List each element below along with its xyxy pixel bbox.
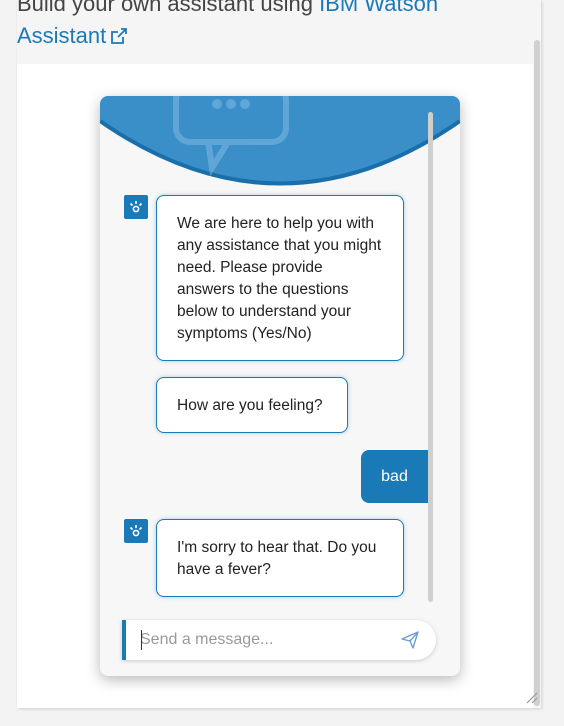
chat-widget: We are here to help you with any assista…	[100, 96, 460, 676]
text-caret	[141, 630, 142, 650]
bot-message: How are you feeling?	[156, 377, 348, 433]
message-input[interactable]	[140, 629, 380, 651]
user-message: bad	[361, 450, 428, 503]
resize-grip-icon[interactable]	[522, 688, 538, 709]
bot-message: We are here to help you with any assista…	[156, 195, 404, 361]
watson-bot-icon	[124, 195, 148, 219]
chat-scrollbar[interactable]	[428, 112, 433, 602]
chat-header	[100, 96, 460, 186]
page-scrollbar[interactable]	[534, 40, 540, 706]
page-heading: Build your own assistant using IBM Watso…	[17, 0, 537, 54]
heading-text: Build your own assistant using	[17, 0, 320, 16]
message-input-bar	[122, 620, 436, 660]
send-icon[interactable]	[400, 630, 420, 655]
external-link-icon	[110, 22, 128, 54]
watson-bot-icon	[124, 519, 148, 543]
bot-message: I'm sorry to hear that. Do you have a fe…	[156, 519, 404, 597]
